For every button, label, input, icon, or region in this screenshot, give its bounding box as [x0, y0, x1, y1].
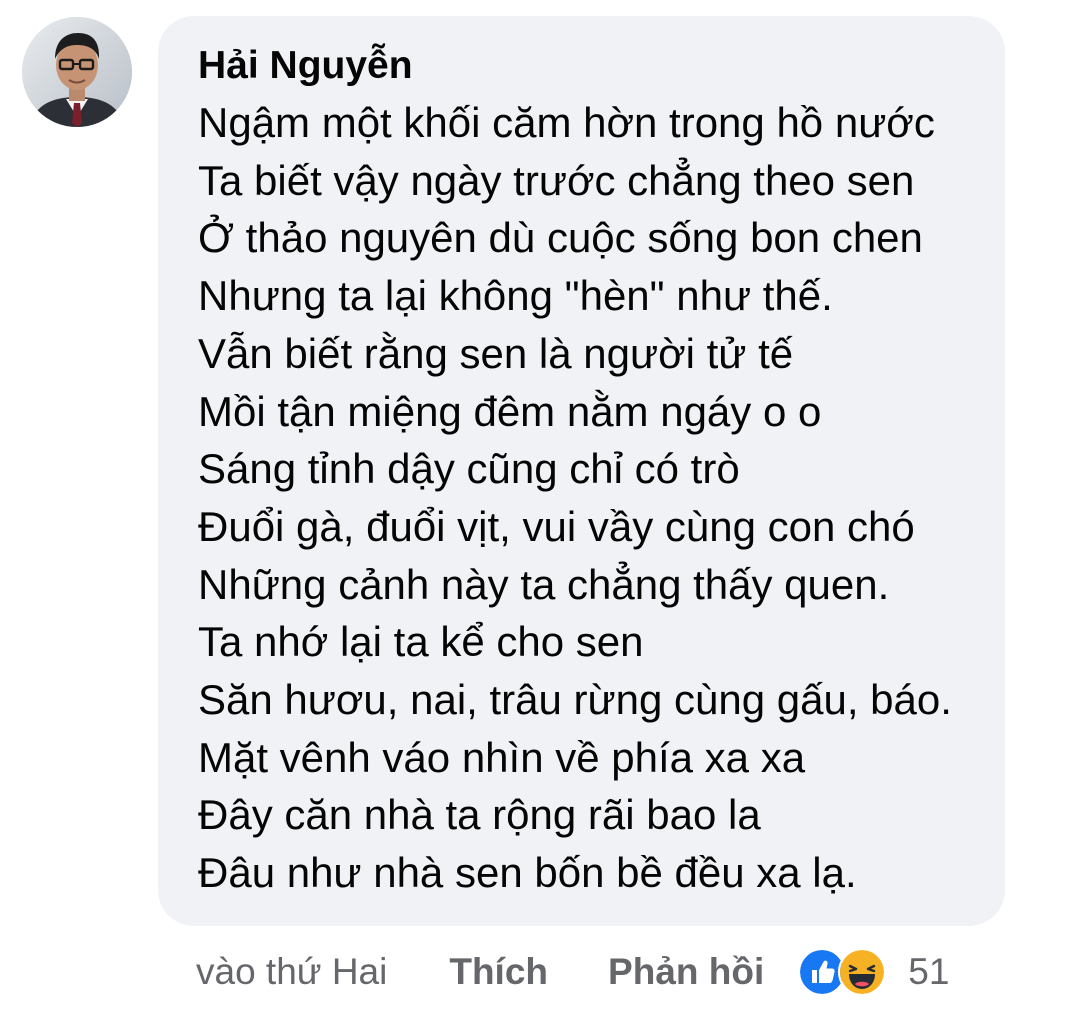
comment-line: Sáng tỉnh dậy cũng chỉ có trò: [198, 445, 740, 493]
comment: Hải Nguyễn Ngậm một khối căm hờn trong h…: [0, 0, 1080, 1021]
avatar[interactable]: [22, 17, 132, 127]
haha-icon: [838, 948, 887, 996]
comment-author[interactable]: Hải Nguyễn: [198, 38, 1005, 94]
comment-bubble: Hải Nguyễn Ngậm một khối căm hờn trong h…: [158, 16, 1005, 926]
comment-line: Ta biết vậy ngày trước chẳng theo sen: [198, 156, 915, 204]
comment-line: Ở thảo nguyên dù cuộc sống bon chen: [198, 214, 923, 262]
comment-text: Ngậm một khối căm hờn trong hồ nước Ta b…: [198, 94, 1005, 902]
reaction-count: 51: [908, 951, 950, 992]
comment-line: Đây căn nhà ta rộng rãi bao la: [198, 791, 761, 839]
comment-line: Đuổi gà, đuổi vịt, vui vầy cùng con chó: [198, 502, 915, 550]
comment-line: Nhưng ta lại không "hèn" như thế.: [198, 272, 833, 320]
comment-actions: vào thứ Hai Thích Phản hồi 51: [196, 944, 949, 1000]
comment-line: Săn hươu, nai, trâu rừng cùng gấu, báo.: [198, 676, 952, 724]
like-button[interactable]: Thích: [449, 951, 548, 993]
comment-line: Đâu như nhà sen bốn bề đều xa lạ.: [198, 849, 857, 897]
comment-line: Những cảnh này ta chẳng thấy quen.: [198, 560, 890, 608]
comment-timestamp[interactable]: vào thứ Hai: [196, 951, 387, 993]
comment-line: Ta nhớ lại ta kể cho sen: [198, 618, 644, 666]
comment-line: Vẫn biết rằng sen là người tử tế: [198, 329, 794, 377]
comment-line: Ngậm một khối căm hờn trong hồ nước: [198, 99, 935, 146]
avatar-image: [22, 17, 132, 127]
reaction-summary[interactable]: 51: [798, 948, 949, 996]
comment-line: Mồi tận miệng đêm nằm ngáy o o: [198, 387, 822, 435]
reply-button[interactable]: Phản hồi: [608, 951, 764, 993]
comment-line: Mặt vênh váo nhìn về phía xa xa: [198, 733, 806, 781]
